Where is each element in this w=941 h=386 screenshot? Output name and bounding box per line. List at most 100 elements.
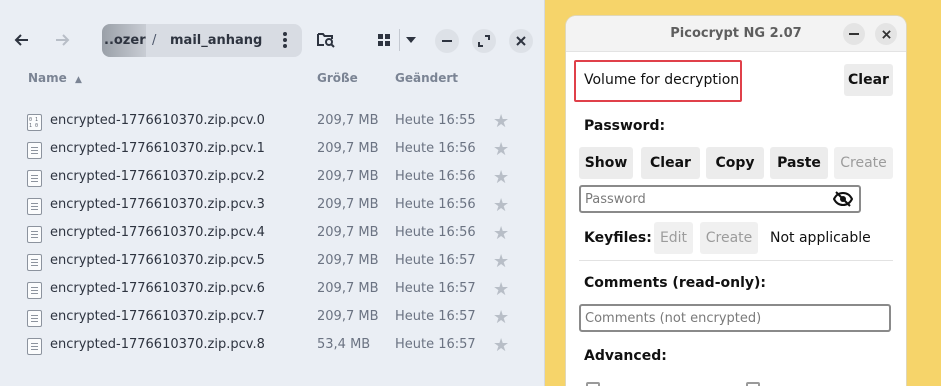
file-name: encrypted-1776610370.zip.pcv.0 <box>50 113 265 128</box>
text-file-icon <box>27 170 42 187</box>
create-password-button[interactable]: Create <box>834 147 893 179</box>
file-name: encrypted-1776610370.zip.pcv.3 <box>50 197 265 212</box>
kebab-menu-icon[interactable] <box>275 30 295 50</box>
file-size: 53,4 MB <box>317 337 371 352</box>
star-icon[interactable]: ★ <box>493 223 509 244</box>
file-size: 209,7 MB <box>317 169 379 184</box>
eye-off-icon[interactable] <box>832 191 854 212</box>
close-icon[interactable] <box>875 23 897 45</box>
star-icon[interactable]: ★ <box>493 139 509 160</box>
breadcrumb: ..ozer / mail_anhang <box>102 24 302 57</box>
minimize-icon[interactable] <box>435 29 459 53</box>
column-name-label: Name <box>28 71 67 85</box>
highlight-annotation <box>574 60 742 102</box>
advanced-option-checkbox[interactable] <box>746 382 760 386</box>
chevron-down-icon[interactable] <box>402 30 420 50</box>
advanced-heading: Advanced: <box>584 348 667 364</box>
file-size: 209,7 MB <box>317 197 379 212</box>
password-heading: Password: <box>584 118 666 134</box>
breadcrumb-current[interactable]: mail_anhang <box>170 33 262 48</box>
file-modified: Heute 16:55 <box>395 113 476 128</box>
maximize-icon[interactable] <box>472 29 496 53</box>
section-divider <box>579 260 893 261</box>
comments-input[interactable]: Comments (not encrypted) <box>579 304 891 332</box>
file-row[interactable]: encrypted-1776610370.zip.pcv.1 209,7 MB He… <box>0 136 545 164</box>
file-modified: Heute 16:57 <box>395 253 476 268</box>
file-row[interactable]: encrypted-1776610370.zip.pcv.8 53,4 MB Heu… <box>0 332 545 360</box>
text-file-icon <box>27 310 42 327</box>
text-file-icon <box>27 198 42 215</box>
copy-password-button[interactable]: Copy <box>706 147 764 179</box>
grid-view-icon[interactable] <box>374 30 394 50</box>
advanced-option-checkbox[interactable] <box>586 382 600 386</box>
star-icon[interactable]: ★ <box>493 279 509 300</box>
close-icon[interactable] <box>509 29 533 53</box>
file-size: 209,7 MB <box>317 113 379 128</box>
file-modified: Heute 16:57 <box>395 309 476 324</box>
file-row[interactable]: encrypted-1776610370.zip.pcv.6 209,7 MB He… <box>0 276 545 304</box>
binary-file-icon: 0 11 0 <box>27 114 42 131</box>
search-folder-icon[interactable] <box>316 30 336 50</box>
comments-heading: Comments (read-only): <box>584 275 767 291</box>
paste-password-button[interactable]: Paste <box>770 147 828 179</box>
file-size: 209,7 MB <box>317 309 379 324</box>
arrow-right-icon[interactable] <box>52 30 72 50</box>
file-row[interactable]: encrypted-1776610370.zip.pcv.3 209,7 MB He… <box>0 192 545 220</box>
file-name: encrypted-1776610370.zip.pcv.6 <box>50 281 265 296</box>
star-icon[interactable]: ★ <box>493 167 509 188</box>
column-header-size[interactable]: Größe <box>317 71 358 85</box>
file-manager-header: ..ozer / mail_anhang <box>0 0 545 64</box>
file-row[interactable]: encrypted-1776610370.zip.pcv.5 209,7 MB He… <box>0 248 545 276</box>
keyfiles-label: Keyfiles: <box>584 230 652 246</box>
text-file-icon <box>27 338 42 355</box>
text-file-icon <box>27 226 42 243</box>
star-icon[interactable]: ★ <box>493 111 509 132</box>
file-modified: Heute 16:56 <box>395 197 476 212</box>
star-icon[interactable]: ★ <box>493 307 509 328</box>
minimize-icon[interactable] <box>843 23 865 45</box>
file-modified: Heute 16:57 <box>395 281 476 296</box>
file-name: encrypted-1776610370.zip.pcv.5 <box>50 253 265 268</box>
password-placeholder: Password <box>585 192 646 207</box>
text-file-icon <box>27 142 42 159</box>
password-input[interactable]: Password <box>579 185 861 213</box>
file-size: 209,7 MB <box>317 281 379 296</box>
show-password-button[interactable]: Show <box>579 147 633 179</box>
file-size: 209,7 MB <box>317 225 379 240</box>
text-file-icon <box>27 254 42 271</box>
clear-password-button[interactable]: Clear <box>641 147 700 179</box>
file-modified: Heute 16:56 <box>395 141 476 156</box>
file-modified: Heute 16:57 <box>395 337 476 352</box>
star-icon[interactable]: ★ <box>493 195 509 216</box>
keyfiles-create-button[interactable]: Create <box>700 222 758 254</box>
file-modified: Heute 16:56 <box>395 225 476 240</box>
keyfiles-status: Not applicable <box>770 230 871 246</box>
column-header-name[interactable]: Name ▲ <box>28 71 82 85</box>
star-icon[interactable]: ★ <box>493 251 509 272</box>
file-row[interactable]: encrypted-1776610370.zip.pcv.4 209,7 MB He… <box>0 220 545 248</box>
text-file-icon <box>27 282 42 299</box>
breadcrumb-separator: / <box>152 33 157 48</box>
breadcrumb-parent[interactable]: ..ozer <box>104 33 146 48</box>
keyfiles-edit-button[interactable]: Edit <box>654 222 693 254</box>
file-name: encrypted-1776610370.zip.pcv.4 <box>50 225 265 240</box>
toolbar-divider <box>399 29 400 51</box>
file-name: encrypted-1776610370.zip.pcv.2 <box>50 169 265 184</box>
file-manager-window: ..ozer / mail_anhang Name ▲ Größe Geände… <box>0 0 545 386</box>
file-name: encrypted-1776610370.zip.pcv.1 <box>50 141 265 156</box>
comments-placeholder: Comments (not encrypted) <box>585 311 762 326</box>
file-modified: Heute 16:56 <box>395 169 476 184</box>
file-size: 209,7 MB <box>317 253 379 268</box>
clear-volume-button[interactable]: Clear <box>844 64 893 96</box>
file-name: encrypted-1776610370.zip.pcv.7 <box>50 309 265 324</box>
file-row[interactable]: encrypted-1776610370.zip.pcv.7 209,7 MB He… <box>0 304 545 332</box>
star-icon[interactable]: ★ <box>493 335 509 356</box>
file-size: 209,7 MB <box>317 141 379 156</box>
file-row[interactable]: 0 11 0 encrypted-1776610370.zip.pcv.0 209,… <box>0 108 545 136</box>
file-row[interactable]: encrypted-1776610370.zip.pcv.2 209,7 MB He… <box>0 164 545 192</box>
picocrypt-title-bar: Picocrypt NG 2.07 <box>566 16 906 52</box>
file-name: encrypted-1776610370.zip.pcv.8 <box>50 337 265 352</box>
arrow-left-icon[interactable] <box>12 30 32 50</box>
column-header-modified[interactable]: Geändert <box>395 71 458 85</box>
sort-ascending-icon: ▲ <box>74 75 82 85</box>
